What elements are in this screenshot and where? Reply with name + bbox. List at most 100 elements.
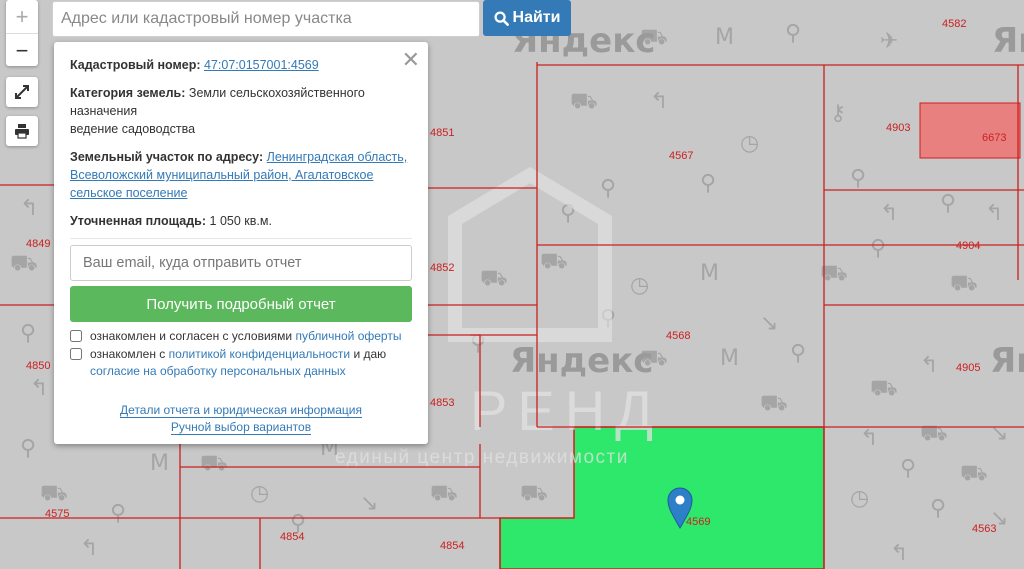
parcel-number: 4854 (280, 531, 304, 543)
zoom-in-button[interactable]: + (6, 0, 38, 34)
svg-text:◷: ◷ (740, 131, 759, 156)
parcel-number: 4903 (886, 122, 910, 134)
svg-text:⚲: ⚲ (700, 171, 716, 196)
svg-text:↰: ↰ (890, 541, 908, 566)
search-button[interactable]: Найти (483, 0, 571, 36)
svg-text:↰: ↰ (985, 201, 1003, 226)
parcel-number: 4904 (956, 240, 980, 252)
parcel-number: 4563 (972, 523, 996, 535)
svg-text:⚲: ⚲ (850, 166, 866, 191)
privacy-consent-checkbox[interactable] (70, 348, 82, 360)
svg-text:↰: ↰ (80, 536, 98, 561)
privacy-policy-link[interactable]: политикой конфиденциальности (169, 347, 350, 361)
search-input[interactable] (52, 1, 480, 37)
email-field[interactable] (70, 245, 412, 281)
svg-text:⛟: ⛟ (10, 251, 38, 276)
parcel-number: 4853 (430, 397, 454, 409)
print-button[interactable] (6, 116, 38, 146)
svg-text:M: M (720, 346, 739, 371)
privacy-consent-row: ознакомлен с политикой конфиденциальност… (70, 346, 412, 380)
parcel-number: 4575 (45, 508, 69, 520)
map-provider-label-right-lower: Яндекс (990, 341, 1024, 381)
svg-text:↰: ↰ (650, 89, 668, 114)
parcel-number: 4905 (956, 362, 980, 374)
svg-text:↰: ↰ (920, 353, 938, 378)
address-label: Земельный участок по адресу: (70, 150, 264, 164)
svg-text:⚲: ⚲ (110, 501, 126, 526)
svg-text:⚲: ⚲ (20, 321, 36, 346)
svg-text:⛟: ⛟ (200, 451, 228, 476)
svg-text:⛟: ⛟ (430, 481, 458, 506)
svg-text:◷: ◷ (850, 486, 869, 511)
report-details-link[interactable]: Детали отчета и юридическая информация (120, 403, 362, 418)
offer-consent-row: ознакомлен и согласен с условиями публич… (70, 328, 412, 345)
search-button-label: Найти (512, 9, 561, 26)
print-icon (15, 124, 29, 139)
svg-text:⚲: ⚲ (600, 176, 616, 201)
parcel-number: 4567 (669, 150, 693, 162)
parcel-info-popup: ✕ Кадастровый номер: 47:07:0157001:4569 … (54, 42, 428, 444)
svg-text:↰: ↰ (20, 196, 38, 221)
fullscreen-button[interactable] (6, 77, 38, 107)
offer-consent-text: ознакомлен и согласен с условиями (90, 329, 293, 343)
land-category-label: Категория земель: (70, 86, 186, 100)
get-report-button[interactable]: Получить подробный отчет (70, 286, 412, 322)
svg-text:⚲: ⚲ (20, 436, 36, 461)
highlighted-parcel-6673[interactable] (919, 102, 1021, 159)
area-value: 1 050 кв.м. (209, 214, 272, 228)
svg-text:◷: ◷ (630, 273, 649, 298)
svg-text:⚷: ⚷ (830, 101, 846, 126)
parcel-number: 4582 (942, 18, 966, 30)
svg-text:↰: ↰ (30, 376, 48, 401)
svg-text:M: M (715, 25, 734, 50)
expand-icon (15, 85, 29, 99)
parcel-number: 4568 (666, 330, 690, 342)
svg-text:⛟: ⛟ (480, 266, 508, 291)
svg-text:◷: ◷ (250, 481, 269, 506)
area-label: Уточненная площадь: (70, 214, 207, 228)
svg-text:✈: ✈ (880, 29, 898, 54)
zoom-out-button[interactable]: − (6, 34, 38, 67)
parcel-number: 4854 (440, 540, 464, 552)
parcel-number: 4850 (26, 360, 50, 372)
parcel-number: 4569 (686, 516, 710, 528)
offer-consent-checkbox[interactable] (70, 330, 82, 342)
svg-text:↘: ↘ (760, 311, 778, 336)
svg-text:⛟: ⛟ (760, 391, 788, 416)
svg-text:⛟: ⛟ (520, 481, 548, 506)
svg-text:⚲: ⚲ (900, 456, 916, 481)
svg-text:⚲: ⚲ (940, 191, 956, 216)
public-offer-link[interactable]: публичной оферты (295, 329, 401, 343)
land-usage-value: ведение садоводства (70, 122, 196, 136)
svg-text:↘: ↘ (360, 491, 378, 516)
manual-selection-link[interactable]: Ручной выбор вариантов (170, 420, 312, 435)
svg-text:↘: ↘ (990, 421, 1008, 446)
svg-text:⛟: ⛟ (950, 271, 978, 296)
map-provider-label-center: Яндекс (510, 341, 653, 381)
svg-text:↰: ↰ (880, 201, 898, 226)
svg-text:⛟: ⛟ (870, 376, 898, 401)
svg-text:РЕНД: РЕНД (470, 379, 663, 442)
cadastral-number-link[interactable]: 47:07:0157001:4569 (204, 58, 319, 72)
personal-data-consent-link[interactable]: согласие на обработку персональных данны… (90, 364, 346, 378)
svg-text:единый центр недвижимости: единый центр недвижимости (335, 447, 629, 468)
parcel-number: 4849 (26, 238, 50, 250)
search-icon (493, 10, 509, 26)
svg-text:⛟: ⛟ (570, 89, 598, 114)
svg-text:⛟: ⛟ (40, 481, 68, 506)
svg-text:M: M (700, 261, 719, 286)
parcel-number: 4852 (430, 262, 454, 274)
svg-text:M: M (150, 451, 169, 476)
privacy-consent-text-mid: и даю (353, 347, 387, 361)
svg-text:⚲: ⚲ (785, 21, 801, 46)
svg-text:⚲: ⚲ (870, 236, 886, 261)
cadastral-number-label: Кадастровый номер: (70, 58, 201, 72)
svg-text:⚲: ⚲ (930, 496, 946, 521)
svg-text:⛟: ⛟ (540, 249, 568, 274)
svg-text:⚲: ⚲ (790, 341, 806, 366)
parcel-number: 6673 (982, 132, 1006, 144)
close-icon[interactable]: ✕ (402, 47, 420, 73)
svg-text:↰: ↰ (860, 426, 878, 451)
privacy-consent-text: ознакомлен с (90, 347, 166, 361)
parcel-number: 4851 (430, 127, 454, 139)
